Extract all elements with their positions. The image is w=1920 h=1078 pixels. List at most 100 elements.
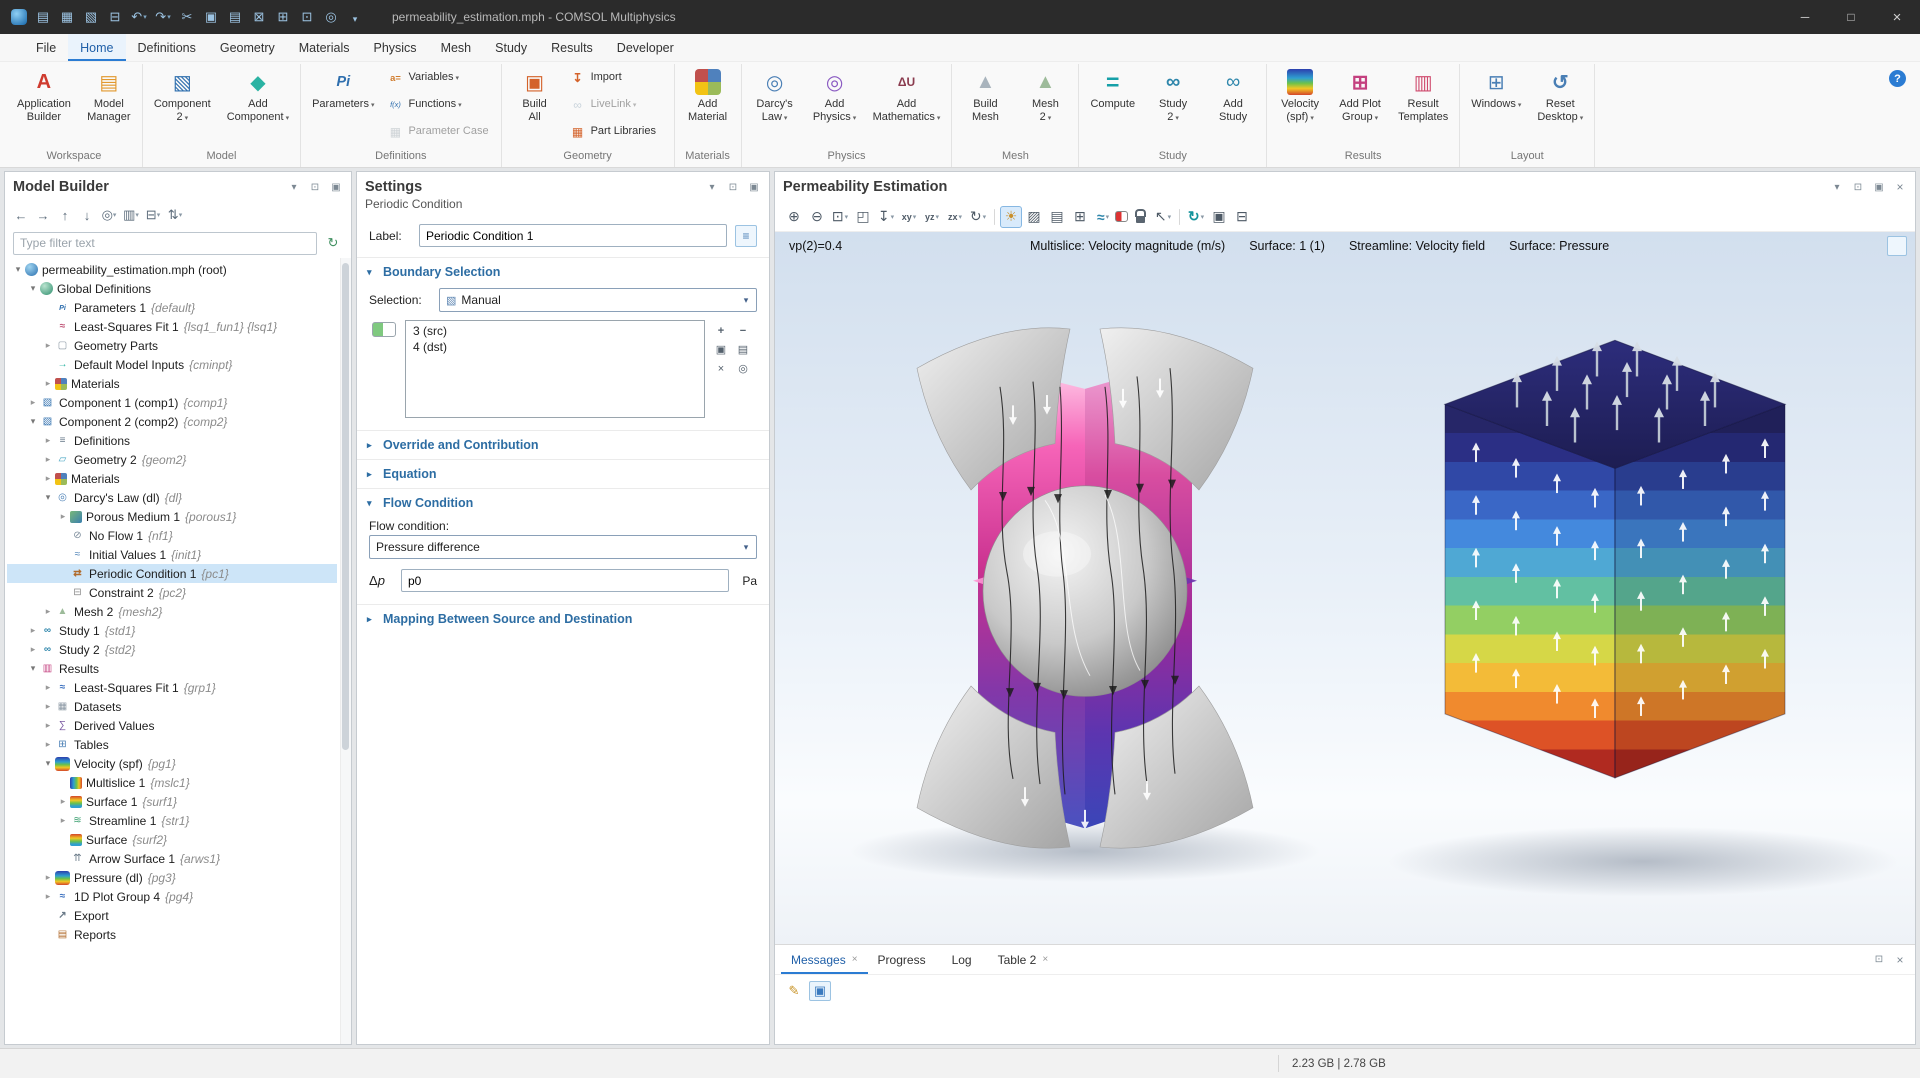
menu-tab[interactable]: Results: [539, 34, 605, 61]
tree-item[interactable]: Streamline 1 {str1}: [7, 811, 337, 830]
ribbon-button[interactable]: Velocity (spf)▾: [1271, 64, 1329, 148]
go-to-xy-view-icon[interactable]: ▾: [898, 206, 920, 228]
ribbon-button[interactable]: Result Templates▾: [1391, 64, 1455, 148]
dock-panel-icon[interactable]: [1872, 180, 1886, 194]
transparency-icon[interactable]: ▾: [1023, 206, 1045, 228]
tree-item[interactable]: No Flow 1 {nf1}: [7, 526, 337, 545]
tree-item[interactable]: Mesh 2 {mesh2}: [7, 602, 337, 621]
quick-access-button[interactable]: ▾: [224, 5, 246, 29]
go-to-default-view-icon[interactable]: ▾: [875, 206, 897, 228]
twisty-icon[interactable]: [57, 511, 69, 522]
bottom-tab[interactable]: Log: [942, 945, 988, 974]
quick-access-button[interactable]: ▾: [80, 5, 102, 29]
paste-selection-icon[interactable]: [733, 341, 753, 358]
menu-tab[interactable]: Mesh: [429, 34, 484, 61]
selection-combobox[interactable]: Manual ▾: [439, 288, 757, 312]
close-panel-icon[interactable]: [1893, 953, 1907, 967]
quick-access-button[interactable]: ▾: [128, 5, 150, 29]
twisty-icon[interactable]: [42, 435, 54, 446]
boundary-selection-list[interactable]: 3 (src)4 (dst): [405, 320, 705, 418]
chevron-down-icon[interactable]: [705, 180, 719, 194]
float-panel-icon[interactable]: [726, 180, 740, 194]
tree-item[interactable]: Tables: [7, 735, 337, 754]
close-panel-icon[interactable]: [1893, 180, 1907, 194]
twisty-icon[interactable]: [42, 473, 54, 484]
ribbon-button[interactable]: Study 2▾: [1144, 64, 1202, 148]
tree-item[interactable]: Results: [7, 659, 337, 678]
tree-item[interactable]: Export: [7, 906, 337, 925]
ribbon-button[interactable]: Parameters▾: [305, 64, 381, 148]
print-plot-icon[interactable]: ▾: [1231, 206, 1253, 228]
tree-item[interactable]: Porous Medium 1 {porous1}: [7, 507, 337, 526]
zoom-to-selection-icon[interactable]: [733, 360, 753, 377]
zoom-in-icon[interactable]: ▾: [783, 206, 805, 228]
section-header-flow-condition[interactable]: ▾ Flow Condition: [357, 489, 769, 517]
label-input[interactable]: [419, 224, 727, 247]
twisty-icon[interactable]: [27, 397, 39, 408]
quick-access-button[interactable]: ▾: [320, 5, 342, 29]
flow-condition-combobox[interactable]: Pressure difference ▾: [369, 535, 757, 559]
ribbon-button[interactable]: Part Libraries▾: [566, 118, 670, 145]
ribbon-button[interactable]: Build All▾: [506, 64, 564, 148]
selection-active-toggle[interactable]: [372, 322, 396, 337]
quick-access-button[interactable]: ▾: [104, 5, 126, 29]
twisty-icon[interactable]: [42, 492, 54, 503]
menu-tab[interactable]: Definitions: [126, 34, 208, 61]
menu-tab[interactable]: Developer: [605, 34, 686, 61]
scrollbar[interactable]: [340, 258, 351, 1044]
go-to-yz-view-icon[interactable]: ▾: [921, 206, 943, 228]
update-plot-icon[interactable]: ▾: [1185, 206, 1207, 228]
tree-item[interactable]: Velocity (spf) {pg1}: [7, 754, 337, 773]
tree-item[interactable]: Arrow Surface 1 {arws1}: [7, 849, 337, 868]
tree-item[interactable]: Derived Values: [7, 716, 337, 735]
chevron-down-icon[interactable]: [287, 180, 301, 194]
ribbon-button[interactable]: Reset Desktop▾: [1530, 64, 1590, 148]
chevron-down-icon[interactable]: [1830, 180, 1844, 194]
twisty-icon[interactable]: [27, 625, 39, 636]
add-to-selection-icon[interactable]: [711, 322, 731, 339]
bottom-tab[interactable]: Messages ×: [781, 945, 868, 974]
twisty-icon[interactable]: [27, 283, 39, 294]
tree-toolbar-button[interactable]: ▾: [99, 205, 119, 225]
maximize-icon[interactable]: [1828, 0, 1874, 34]
environment-reflections-icon[interactable]: ▾: [1046, 206, 1068, 228]
graphics-canvas[interactable]: [775, 232, 1915, 944]
quick-access-button[interactable]: ▾: [344, 5, 366, 29]
twisty-icon[interactable]: [42, 606, 54, 617]
twisty-icon[interactable]: [42, 682, 54, 693]
tree-item[interactable]: Parameters 1 {default}: [7, 298, 337, 317]
tree-item[interactable]: Reports: [7, 925, 337, 944]
ribbon-button[interactable]: Application Builder▾: [10, 64, 78, 148]
twisty-icon[interactable]: [42, 720, 54, 731]
help-icon[interactable]: ?: [1889, 70, 1906, 87]
quick-access-button[interactable]: ▾: [152, 5, 174, 29]
pressure-difference-input[interactable]: [401, 569, 729, 592]
section-header-equation[interactable]: ▸ Equation: [357, 460, 769, 488]
section-header-boundary-selection[interactable]: ▾ Boundary Selection: [357, 258, 769, 286]
ribbon-button[interactable]: Model Manager▾: [80, 64, 138, 148]
ribbon-button[interactable]: Add Study▾: [1204, 64, 1262, 148]
lock-axis-icon[interactable]: ▾: [1129, 206, 1151, 228]
ribbon-button[interactable]: Import▾: [566, 64, 670, 91]
ribbon-button[interactable]: Variables▾: [383, 64, 496, 91]
twisty-icon[interactable]: [42, 872, 54, 883]
quick-access-button[interactable]: ▾: [248, 5, 270, 29]
bottom-tab[interactable]: Table 2 ×: [988, 945, 1059, 974]
tree-item[interactable]: Darcy's Law (dl) {dl}: [7, 488, 337, 507]
ribbon-button[interactable]: Add Material▾: [679, 64, 737, 148]
tree-item[interactable]: Global Definitions: [7, 279, 337, 298]
tree-item[interactable]: Geometry Parts: [7, 336, 337, 355]
tree-item[interactable]: Pressure (dl) {pg3}: [7, 868, 337, 887]
quick-access-button[interactable]: ▾: [272, 5, 294, 29]
ribbon-button[interactable]: Parameter Case▾: [383, 118, 496, 145]
quick-access-button[interactable]: ▾: [296, 5, 318, 29]
ribbon-button[interactable]: Add Plot Group▾: [1331, 64, 1389, 148]
tree-toolbar-button[interactable]: ▾: [33, 205, 53, 225]
ribbon-button[interactable]: Add Mathematics▾: [866, 64, 948, 148]
bottom-tab[interactable]: Progress: [868, 945, 942, 974]
annotation-legend-icon[interactable]: [1887, 236, 1907, 256]
select-icon[interactable]: ▾: [1152, 206, 1174, 228]
tree-item[interactable]: Surface 1 {surf1}: [7, 792, 337, 811]
twisty-icon[interactable]: [27, 663, 39, 674]
tree-item[interactable]: Materials: [7, 374, 337, 393]
